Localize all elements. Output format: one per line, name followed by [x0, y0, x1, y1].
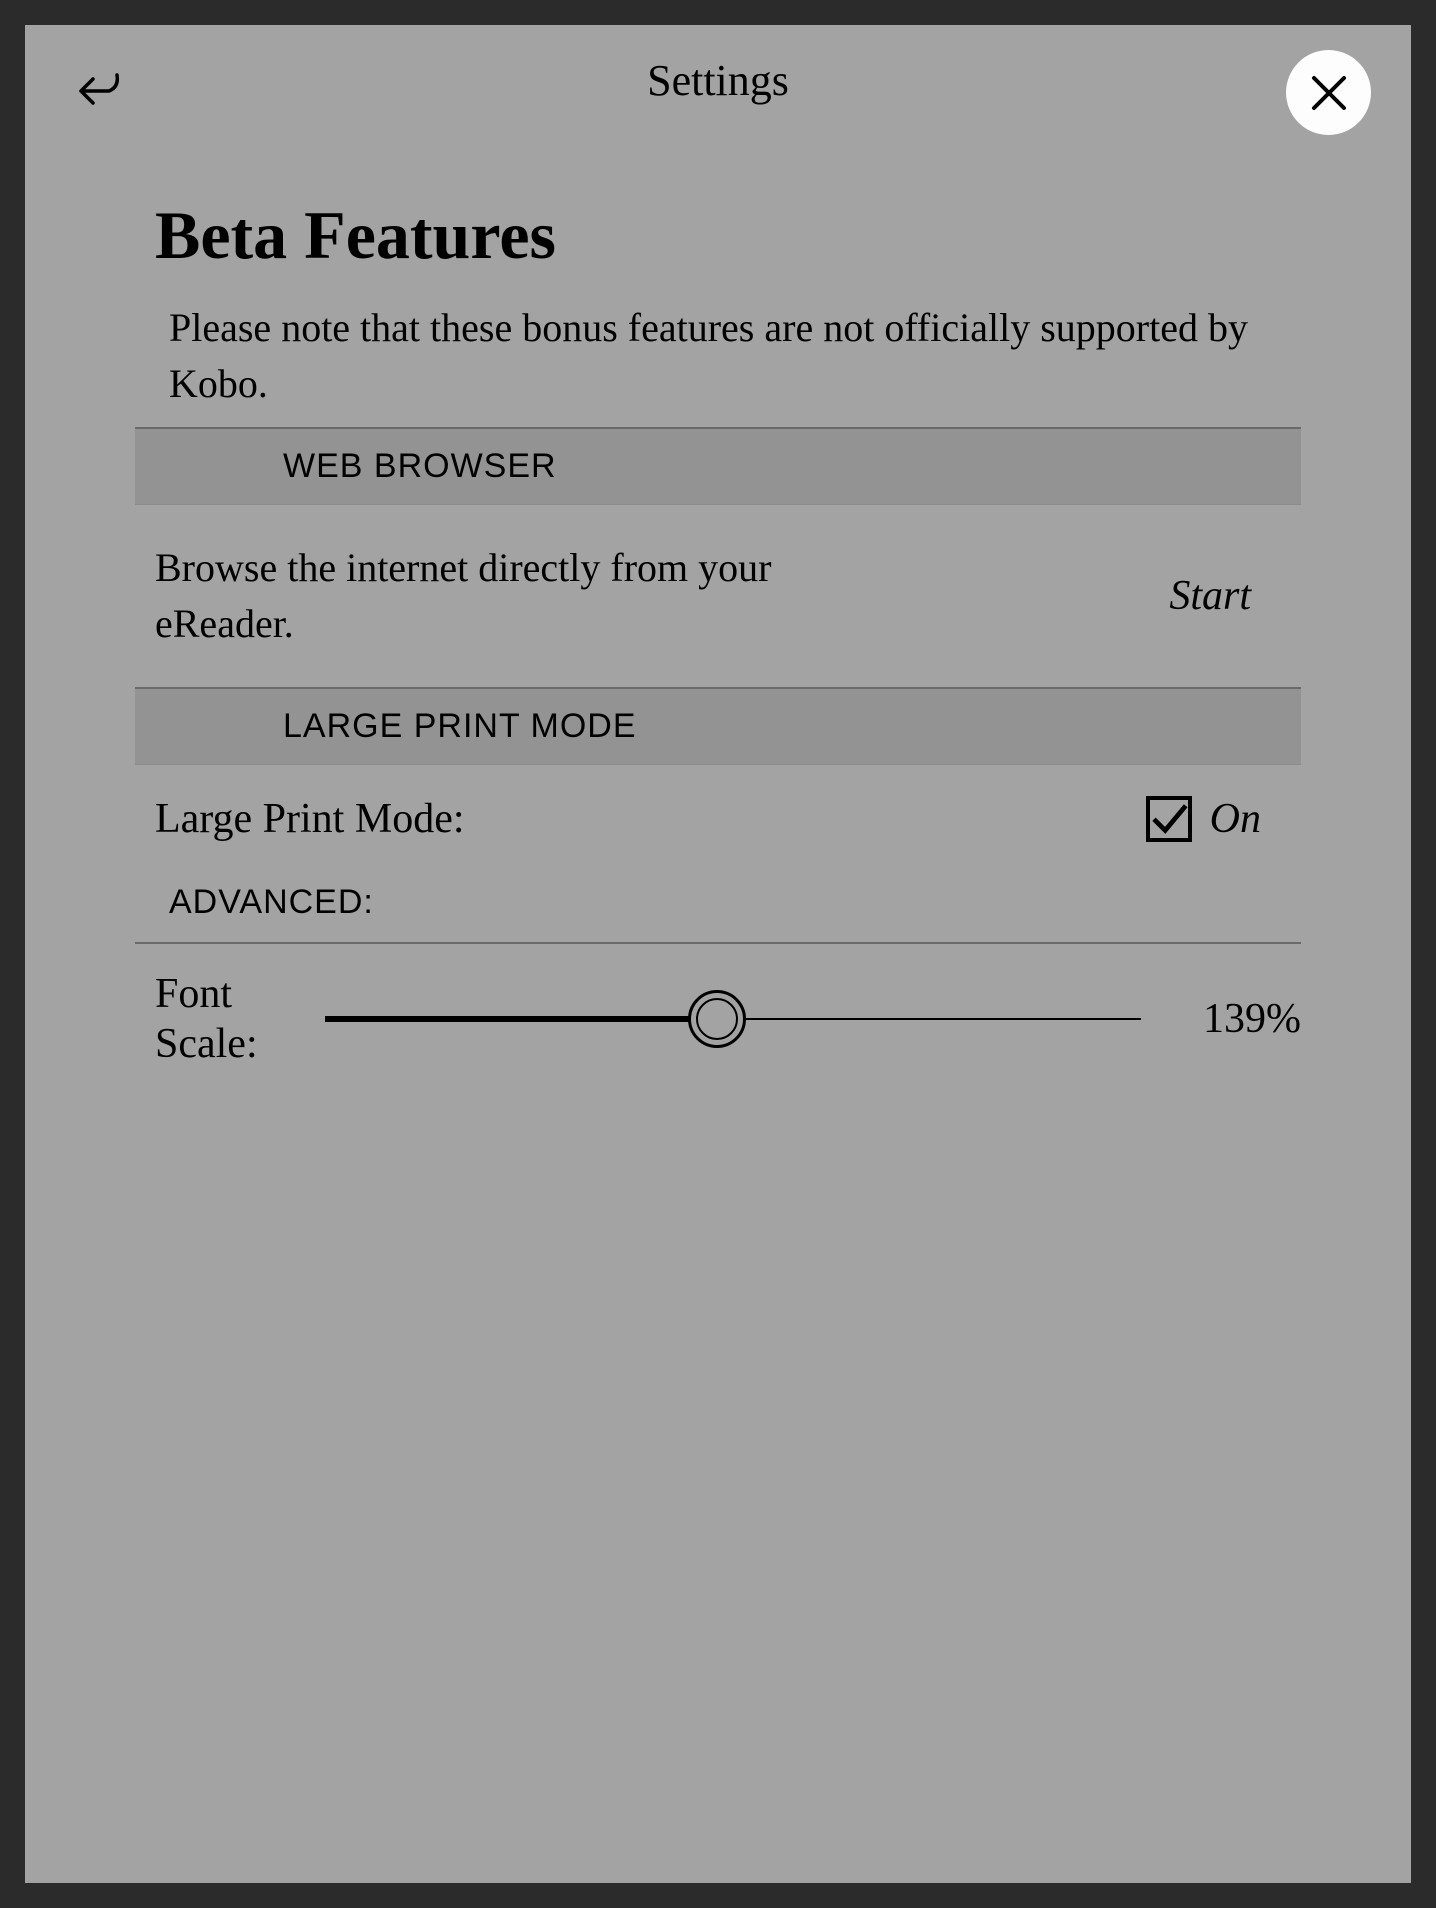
large-print-toggle-group: On	[1146, 795, 1261, 843]
back-arrow-icon	[75, 65, 125, 115]
checkmark-icon	[1150, 800, 1188, 838]
font-scale-row: Font Scale: 139%	[25, 944, 1411, 1070]
large-print-row: Large Print Mode: On	[25, 765, 1411, 863]
close-button[interactable]	[1286, 50, 1371, 135]
web-browser-row: Browse the internet directly from your e…	[25, 505, 1411, 687]
close-icon	[1309, 73, 1349, 113]
font-scale-value: 139%	[1171, 995, 1301, 1043]
web-browser-description: Browse the internet directly from your e…	[155, 540, 915, 652]
web-browser-start-button[interactable]: Start	[1169, 572, 1261, 620]
section-header-large-print: LARGE PRINT MODE	[135, 687, 1301, 765]
settings-screen: Settings Beta Features Please note that …	[25, 25, 1411, 1883]
large-print-label: Large Print Mode:	[155, 795, 465, 843]
advanced-label: ADVANCED:	[25, 863, 1411, 942]
slider-track-filled	[325, 1016, 717, 1022]
large-print-state-label: On	[1210, 795, 1261, 843]
header-bar: Settings	[25, 25, 1411, 136]
slider-thumb	[688, 990, 746, 1048]
large-print-checkbox[interactable]	[1146, 796, 1192, 842]
page-subtitle: Please note that these bonus features ar…	[25, 300, 1411, 412]
content-area: Beta Features Please note that these bon…	[25, 136, 1411, 1070]
font-scale-slider[interactable]	[325, 989, 1141, 1049]
section-header-web-browser: WEB BROWSER	[135, 427, 1301, 505]
back-button[interactable]	[75, 65, 125, 115]
page-title: Beta Features	[25, 196, 1411, 275]
font-scale-label: Font Scale:	[155, 969, 295, 1070]
header-title: Settings	[647, 55, 789, 106]
